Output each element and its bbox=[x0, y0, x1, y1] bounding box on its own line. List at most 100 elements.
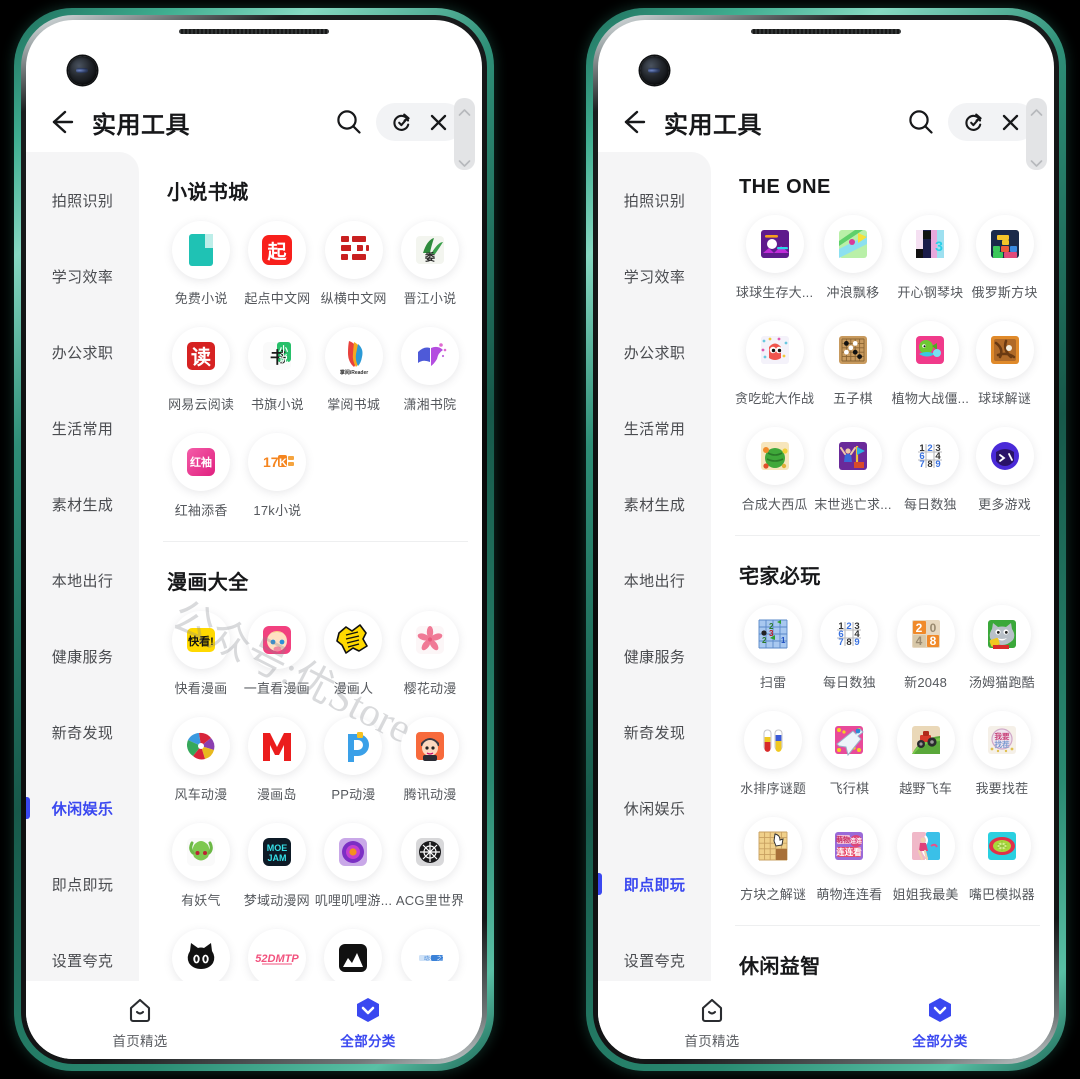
back-arrow-icon[interactable] bbox=[44, 105, 78, 139]
sidebar-item-3[interactable]: 生活常用 bbox=[26, 390, 139, 466]
sidebar-item-8[interactable]: 休闲娱乐 bbox=[598, 770, 711, 846]
sudoku-icon[interactable]: 12364789 bbox=[820, 605, 879, 663]
chevron-down-icon[interactable] bbox=[1030, 155, 1043, 167]
sidebar-item-5[interactable]: 本地出行 bbox=[598, 542, 711, 618]
app-tile[interactable]: 1 2 3 6 4 7 8 9 每日数独 bbox=[892, 415, 969, 521]
acg-world-icon[interactable] bbox=[401, 823, 460, 881]
black-cat-icon[interactable] bbox=[171, 929, 230, 981]
snake-battle-icon[interactable] bbox=[745, 321, 804, 379]
sidebar-item-2[interactable]: 办公求职 bbox=[598, 314, 711, 390]
app-tile[interactable]: 动漫 之家 bbox=[392, 917, 468, 981]
kuaikan-icon[interactable]: 快看! bbox=[171, 611, 230, 669]
sidebar-item-6[interactable]: 健康服务 bbox=[26, 618, 139, 694]
close-icon[interactable] bbox=[428, 112, 449, 133]
app-tile[interactable]: 越野飞车 bbox=[888, 699, 964, 805]
app-tile[interactable]: 红袖 红袖添香 bbox=[163, 421, 239, 527]
app-tile[interactable]: 贪吃蛇大作战 bbox=[735, 309, 814, 415]
app-tile[interactable]: 读网易云阅读 bbox=[163, 315, 239, 421]
search-icon[interactable] bbox=[906, 107, 936, 137]
sidebar-item-1[interactable]: 学习效率 bbox=[26, 238, 139, 314]
app-tile[interactable]: 潇湘书院 bbox=[392, 315, 468, 421]
talking-tom-icon[interactable] bbox=[972, 605, 1031, 663]
app-tile[interactable]: 水排序谜题 bbox=[735, 699, 811, 805]
app-tile[interactable]: 嘴巴模拟器 bbox=[964, 805, 1040, 911]
back-arrow-icon[interactable] bbox=[616, 105, 650, 139]
app-tile[interactable]: 风车动漫 bbox=[163, 705, 239, 811]
sidebar-item-9[interactable]: 即点即玩 bbox=[598, 846, 711, 922]
sidebar-item-4[interactable]: 素材生成 bbox=[598, 466, 711, 542]
page-scrollbar[interactable] bbox=[454, 98, 475, 170]
shuqi-icon[interactable]: 书小说 bbox=[248, 327, 307, 385]
app-tile[interactable]: PP动漫 bbox=[315, 705, 392, 811]
app-tile[interactable]: 冲浪飘移 bbox=[814, 203, 891, 309]
hexagon-chevron-icon[interactable] bbox=[353, 995, 383, 1025]
chevron-up-icon[interactable] bbox=[1030, 104, 1043, 116]
piano-tiles-icon[interactable]: 3 bbox=[901, 215, 960, 273]
app-tile[interactable]: 3 开心钢琴块 bbox=[892, 203, 969, 309]
tab-0[interactable]: 首页精选 bbox=[598, 982, 826, 1059]
minesweeper-icon[interactable]: 2321 bbox=[744, 605, 803, 663]
water-sort-icon[interactable] bbox=[744, 711, 803, 769]
app-tile[interactable]: 免费小说 bbox=[163, 209, 239, 315]
jinjiang-icon[interactable]: 委 bbox=[400, 221, 459, 279]
sidebar-item-5[interactable]: 本地出行 bbox=[26, 542, 139, 618]
app-tile[interactable]: 起起点中文网 bbox=[239, 209, 315, 315]
refresh-check-icon[interactable] bbox=[391, 112, 412, 133]
sidebar-item-10[interactable]: 设置夸克 bbox=[598, 922, 711, 981]
zongheng-icon[interactable] bbox=[324, 221, 383, 279]
app-tile[interactable]: 17 K 17k小说 bbox=[239, 421, 315, 527]
manhuadao-m-icon[interactable] bbox=[247, 717, 306, 775]
sidebar-item-10[interactable]: 设置夸克 bbox=[26, 922, 139, 981]
sidebar-item-7[interactable]: 新奇发现 bbox=[598, 694, 711, 770]
app-tile[interactable]: 纵横中文网 bbox=[316, 209, 392, 315]
spot-difference-icon[interactable]: 我要 找茬 bbox=[972, 711, 1031, 769]
app-tile[interactable]: 飞行棋 bbox=[811, 699, 887, 805]
manhuaren-icon[interactable] bbox=[324, 611, 383, 669]
app-tile[interactable]: 2 3 2 1 扫雷 bbox=[735, 593, 811, 699]
app-tile[interactable]: 叽哩叽哩游... bbox=[315, 811, 392, 917]
app-tile[interactable] bbox=[163, 917, 239, 981]
search-icon[interactable] bbox=[334, 107, 364, 137]
tab-0[interactable]: 首页精选 bbox=[26, 982, 254, 1059]
more-games-icon[interactable] bbox=[975, 427, 1034, 485]
ball-puzzle-icon[interactable] bbox=[975, 321, 1034, 379]
blue-bar-icon[interactable]: 动漫 之家 bbox=[401, 929, 460, 981]
mouth-sim-icon[interactable] bbox=[972, 817, 1031, 875]
app-tile[interactable]: 有妖气 bbox=[163, 811, 239, 917]
sidebar-item-8[interactable]: 休闲娱乐 bbox=[26, 770, 139, 846]
beauty-run-icon[interactable] bbox=[896, 817, 955, 875]
chevron-up-icon[interactable] bbox=[458, 104, 471, 116]
pvz-icon[interactable] bbox=[901, 321, 960, 379]
category-sidebar[interactable]: 拍照识别 学习效率 办公求职 生活常用 素材生成 本地出行 健康服务 新奇发现 休闲娱乐 即点即玩… bbox=[598, 152, 711, 981]
2048-icon[interactable]: 2048 bbox=[896, 605, 955, 663]
app-tile[interactable]: ACG里世界 bbox=[392, 811, 468, 917]
app-tile[interactable]: 五子棋 bbox=[814, 309, 891, 415]
tetris-icon[interactable] bbox=[975, 215, 1034, 273]
mountain-icon[interactable] bbox=[324, 929, 383, 981]
app-tile[interactable]: 方块之解谜 bbox=[735, 805, 811, 911]
app-tile[interactable]: MOE JAM 梦域动漫网 bbox=[239, 811, 315, 917]
gomoku-icon[interactable] bbox=[823, 321, 882, 379]
escape-icon[interactable] bbox=[823, 427, 882, 485]
app-tile[interactable]: 植物大战僵... bbox=[892, 309, 969, 415]
block-puzzle-icon[interactable] bbox=[744, 817, 803, 875]
app-tile[interactable]: 我要 找茬 我要找茬 bbox=[964, 699, 1040, 805]
sudoku-icon[interactable]: 12364789 bbox=[901, 427, 960, 485]
app-tile[interactable]: 末世逃亡求... bbox=[814, 415, 891, 521]
app-tile[interactable]: 掌阅iReader 掌阅书城 bbox=[316, 315, 392, 421]
sidebar-item-0[interactable]: 拍照识别 bbox=[26, 162, 139, 238]
app-tile[interactable]: 球球生存大... bbox=[735, 203, 814, 309]
app-tile[interactable] bbox=[315, 917, 392, 981]
category-sidebar[interactable]: 拍照识别 学习效率 办公求职 生活常用 素材生成 本地出行 健康服务 新奇发现 休闲娱乐 即点即玩… bbox=[26, 152, 139, 981]
bottom-tabbar[interactable]: 首页精选 全部分类 bbox=[598, 981, 1054, 1059]
close-icon[interactable] bbox=[1000, 112, 1021, 133]
girigiri-icon[interactable] bbox=[324, 823, 383, 881]
surf-drift-icon[interactable] bbox=[823, 215, 882, 273]
app-tile[interactable]: 姐姐我最美 bbox=[888, 805, 964, 911]
netease-read-icon[interactable]: 读 bbox=[172, 327, 231, 385]
home-icon[interactable] bbox=[697, 995, 727, 1025]
app-tile[interactable]: 樱花动漫 bbox=[392, 599, 468, 705]
xiaoxiang-icon[interactable] bbox=[400, 327, 459, 385]
app-tile[interactable]: 俄罗斯方块 bbox=[969, 203, 1040, 309]
app-tile[interactable]: 合成大西瓜 bbox=[735, 415, 814, 521]
